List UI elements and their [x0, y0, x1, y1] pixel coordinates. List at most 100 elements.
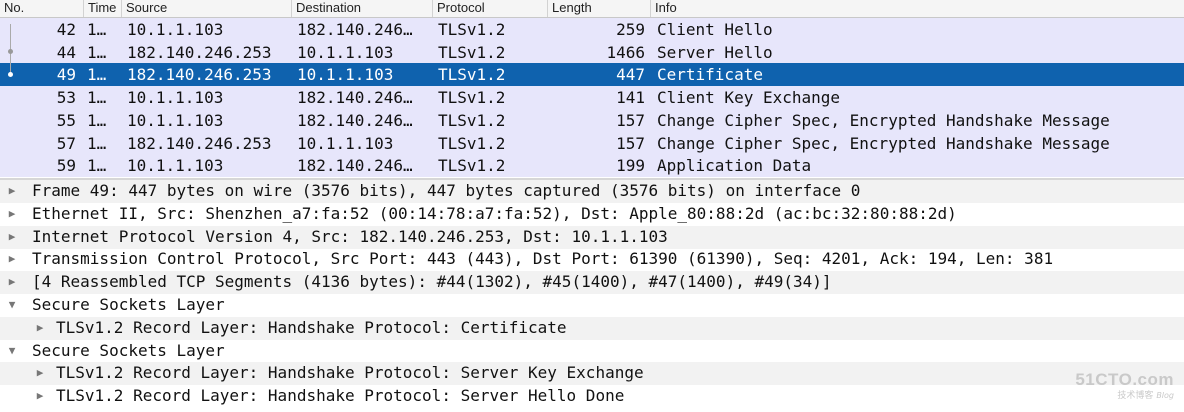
watermark-logo: 51CTO.com 技术博客 Blog	[1075, 370, 1174, 401]
detail-tree-item[interactable]: ▶ Ethernet II, Src: Shenzhen_a7:fa:52 (00…	[0, 203, 1184, 226]
watermark-subtitle-text: 技术博客	[1117, 391, 1154, 401]
packet-cell-protocol: TLSv1.2	[438, 65, 506, 85]
packet-cell-length: 1466	[606, 42, 645, 62]
collapsed-triangle-icon[interactable]: ▶	[34, 362, 46, 384]
packet-cell-time: 1…	[87, 42, 107, 62]
detail-tree-label: TLSv1.2 Record Layer: Handshake Protocol…	[56, 317, 567, 337]
packet-cell-time: 1…	[87, 156, 107, 176]
collapsed-triangle-icon[interactable]: ▶	[6, 226, 18, 248]
packet-cell-length: 157	[616, 110, 645, 130]
packet-cell-protocol: TLSv1.2	[438, 20, 506, 39]
packet-details: ▶ Frame 49: 447 bytes on wire (3576 bits)…	[0, 180, 1184, 412]
detail-tree-label: TLSv1.2 Record Layer: Handshake Protocol…	[56, 363, 644, 383]
packet-row[interactable]: 55 1… 10.1.1.103 182.140.246… TLSv1.2 157 Chan…	[0, 108, 1184, 132]
packet-row[interactable]: 44 1… 182.140.246.253 10.1.1.103 TLSv1.2 1466…	[0, 40, 1184, 64]
packet-cell-length: 259	[616, 20, 645, 39]
detail-tree-label: Secure Sockets Layer	[32, 295, 225, 314]
detail-tree-label: Internet Protocol Version 4, Src: 182.14…	[32, 226, 668, 246]
packet-cell-time: 1…	[87, 20, 107, 39]
collapsed-triangle-icon[interactable]: ▶	[6, 180, 18, 202]
packet-cell-source: 10.1.1.103	[127, 156, 224, 176]
column-header-source[interactable]: Source	[121, 0, 291, 17]
detail-tree-item[interactable]: ▶ TLSv1.2 Record Layer: Handshake Protoco…	[0, 385, 1184, 408]
collapsed-triangle-icon[interactable]: ▶	[34, 317, 46, 339]
packet-cell-no: 42	[56, 20, 76, 39]
packet-cell-info: Application Data	[657, 156, 812, 176]
detail-tree-item[interactable]: ▼ Secure Sockets Layer	[0, 340, 1184, 363]
detail-tree-item[interactable]: ▶ [4 Reassembled TCP Segments (4136 bytes…	[0, 271, 1184, 295]
detail-tree-item[interactable]: ▶ TLSv1.2 Record Layer: Handshake Protoco…	[0, 362, 1184, 386]
packet-cell-destination: 10.1.1.103	[297, 42, 394, 62]
packet-cell-source: 182.140.246.253	[127, 42, 272, 62]
packet-row[interactable]: 57 1… 182.140.246.253 10.1.1.103 TLSv1.2 157 C…	[0, 131, 1184, 155]
packet-cell-destination: 182.140.246…	[297, 88, 413, 108]
packet-cell-info: Certificate	[657, 65, 763, 85]
collapsed-triangle-icon[interactable]: ▶	[6, 203, 18, 225]
collapsed-triangle-icon[interactable]: ▶	[6, 248, 18, 270]
packet-cell-length: 199	[616, 156, 645, 176]
packet-row[interactable]: 42 1… 10.1.1.103 182.140.246… TLSv1.2 259 Clie…	[0, 18, 1184, 41]
detail-tree-label: TLSv1.2 Record Layer: Handshake Protocol…	[56, 386, 625, 406]
related-packets-line	[10, 24, 11, 72]
detail-tree-label: Secure Sockets Layer	[32, 340, 225, 360]
watermark-tag: Blog	[1156, 391, 1174, 400]
column-header-no[interactable]: No.	[0, 0, 83, 17]
packet-cell-no: 55	[56, 110, 76, 130]
packet-cell-destination: 182.140.246…	[297, 20, 413, 39]
packet-cell-source: 10.1.1.103	[127, 110, 224, 130]
packet-cell-source: 182.140.246.253	[127, 65, 272, 85]
packet-cell-protocol: TLSv1.2	[438, 133, 506, 153]
related-packet-marker	[8, 49, 13, 54]
packet-cell-protocol: TLSv1.2	[438, 110, 506, 130]
watermark-logo-text: 51CTO.com	[1075, 370, 1174, 389]
packet-list: No. Time Source Destination Protocol Len…	[0, 0, 1184, 178]
packet-cell-destination: 10.1.1.103	[297, 133, 394, 153]
collapsed-triangle-icon[interactable]: ▶	[6, 271, 18, 293]
packet-cell-no: 59	[56, 156, 76, 176]
detail-tree-item[interactable]: ▶ Internet Protocol Version 4, Src: 182.1…	[0, 225, 1184, 249]
column-header-time[interactable]: Time	[83, 0, 121, 17]
detail-tree-item[interactable]: ▶ TLSv1.2 Record Layer: Handshake Protoco…	[0, 316, 1184, 340]
column-header-length[interactable]: Length	[547, 0, 650, 17]
packet-cell-destination: 182.140.246…	[297, 110, 413, 130]
packet-cell-source: 10.1.1.103	[127, 88, 224, 108]
detail-tree-label: [4 Reassembled TCP Segments (4136 bytes)…	[32, 272, 832, 292]
packet-cell-time: 1…	[87, 133, 107, 153]
packet-cell-info: Client Key Exchange	[657, 88, 841, 108]
packet-list-header: No. Time Source Destination Protocol Len…	[0, 0, 1184, 18]
packet-row[interactable]: 53 1… 10.1.1.103 182.140.246… TLSv1.2 141 Clie…	[0, 86, 1184, 110]
packet-cell-protocol: TLSv1.2	[438, 156, 506, 176]
packet-cell-destination: 182.140.246…	[297, 156, 413, 176]
related-packet-marker-selected	[8, 72, 13, 77]
column-header-destination[interactable]: Destination	[291, 0, 432, 17]
packet-cell-info: Change Cipher Spec, Encrypted Handshake …	[657, 110, 1110, 130]
packet-cell-destination: 10.1.1.103	[297, 65, 394, 85]
detail-tree-label: Frame 49: 447 bytes on wire (3576 bits),…	[32, 181, 861, 200]
packet-cell-info: Client Hello	[657, 20, 773, 39]
packet-cell-time: 1…	[87, 65, 107, 85]
packet-cell-time: 1…	[87, 88, 107, 108]
packet-cell-protocol: TLSv1.2	[438, 42, 506, 62]
detail-tree-item[interactable]: ▶ Frame 49: 447 bytes on wire (3576 bits)…	[0, 180, 1184, 203]
packet-cell-source: 10.1.1.103	[127, 20, 224, 39]
collapsed-triangle-icon[interactable]: ▶	[34, 385, 46, 407]
packet-cell-no: 53	[56, 88, 76, 108]
packet-row-selected[interactable]: 49 1… 182.140.246.253 10.1.1.103 TLSv1.2 447 C…	[0, 63, 1184, 87]
packet-row[interactable]: 59 1… 10.1.1.103 182.140.246… TLSv1.2 199 Appl…	[0, 154, 1184, 178]
column-header-info[interactable]: Info	[650, 0, 1184, 17]
detail-tree-item[interactable]: ▼ Secure Sockets Layer	[0, 294, 1184, 317]
packet-cell-length: 141	[616, 88, 645, 108]
detail-tree-item[interactable]: ▶ Transmission Control Protocol, Src Port…	[0, 248, 1184, 271]
expanded-triangle-icon[interactable]: ▼	[6, 340, 18, 362]
packet-cell-info: Change Cipher Spec, Encrypted Handshake …	[657, 133, 1110, 153]
packet-cell-protocol: TLSv1.2	[438, 88, 506, 108]
packet-cell-no: 57	[56, 133, 76, 153]
packet-cell-time: 1…	[87, 110, 107, 130]
detail-tree-label: Transmission Control Protocol, Src Port:…	[32, 249, 1054, 269]
packet-cell-length: 447	[616, 65, 645, 85]
packet-cell-info: Server Hello	[657, 42, 773, 62]
column-header-protocol[interactable]: Protocol	[432, 0, 547, 17]
detail-tree-label: Ethernet II, Src: Shenzhen_a7:fa:52 (00:…	[32, 203, 957, 223]
expanded-triangle-icon[interactable]: ▼	[6, 294, 18, 316]
packet-cell-source: 182.140.246.253	[127, 133, 272, 153]
